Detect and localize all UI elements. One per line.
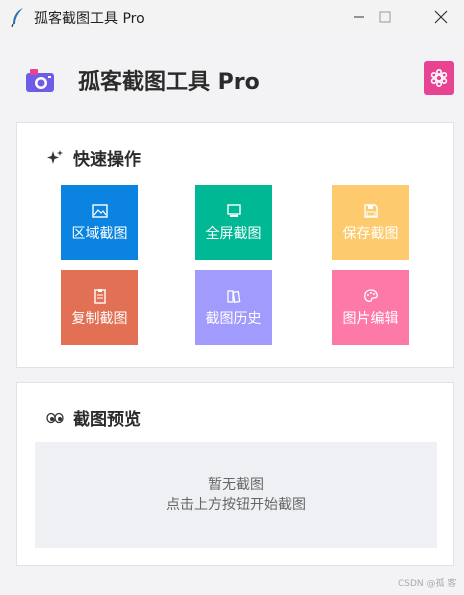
camera-icon bbox=[26, 69, 54, 92]
settings-button[interactable] bbox=[424, 61, 454, 95]
app-header: 孤客截图工具 Pro bbox=[0, 34, 464, 122]
empty-state-text: 暂无截图 bbox=[208, 477, 264, 493]
preview-heading: 截图预览 bbox=[45, 405, 141, 430]
fullscreen-capture-button[interactable]: 全屏截图 bbox=[195, 185, 272, 260]
copy-capture-button[interactable]: 复制截图 bbox=[61, 270, 138, 345]
monitor-icon bbox=[226, 203, 241, 217]
floppy-disk-icon bbox=[363, 203, 378, 218]
feather-icon bbox=[11, 8, 23, 27]
preview-title: 截图预览 bbox=[73, 410, 141, 430]
image-edit-button[interactable]: 图片编辑 bbox=[332, 270, 409, 345]
fullscreen-capture-label: 全屏截图 bbox=[205, 225, 262, 242]
preview-area: 暂无截图 点击上方按钮开始截图 bbox=[35, 442, 437, 548]
clipboard-icon bbox=[93, 288, 106, 304]
palette-icon bbox=[363, 288, 378, 302]
preview-card: 截图预览 暂无截图 点击上方按钮开始截图 bbox=[16, 382, 454, 566]
window-title: 孤客截图工具 Pro bbox=[34, 11, 145, 27]
capture-history-label: 截图历史 bbox=[205, 310, 262, 327]
sparkles-icon bbox=[45, 148, 65, 168]
capture-history-button[interactable]: 截图历史 bbox=[195, 270, 272, 345]
quick-actions-card: 快速操作 区域截图 全屏截图 保存截图 复制截图 截图历史 图片编辑 bbox=[16, 122, 454, 368]
save-capture-label: 保存截图 bbox=[342, 225, 399, 242]
eyes-icon bbox=[45, 408, 65, 428]
copy-capture-label: 复制截图 bbox=[71, 310, 128, 327]
gear-icon bbox=[430, 68, 448, 88]
maximize-icon bbox=[379, 11, 391, 23]
save-capture-button[interactable]: 保存截图 bbox=[332, 185, 409, 260]
region-capture-label: 区域截图 bbox=[71, 225, 128, 242]
image-icon bbox=[91, 203, 108, 218]
close-icon bbox=[434, 10, 448, 24]
close-button[interactable] bbox=[418, 0, 464, 34]
page-title: 孤客截图工具 Pro bbox=[78, 70, 260, 95]
quick-actions-heading: 快速操作 bbox=[45, 145, 141, 170]
image-edit-label: 图片编辑 bbox=[342, 310, 399, 327]
books-icon bbox=[226, 289, 240, 303]
empty-state-hint: 点击上方按钮开始截图 bbox=[166, 497, 306, 513]
maximize-button[interactable] bbox=[362, 0, 408, 34]
quick-actions-title: 快速操作 bbox=[73, 150, 141, 170]
window-titlebar: 孤客截图工具 Pro bbox=[0, 0, 464, 34]
region-capture-button[interactable]: 区域截图 bbox=[61, 185, 138, 260]
watermark: CSDN @孤 客 bbox=[398, 579, 457, 589]
